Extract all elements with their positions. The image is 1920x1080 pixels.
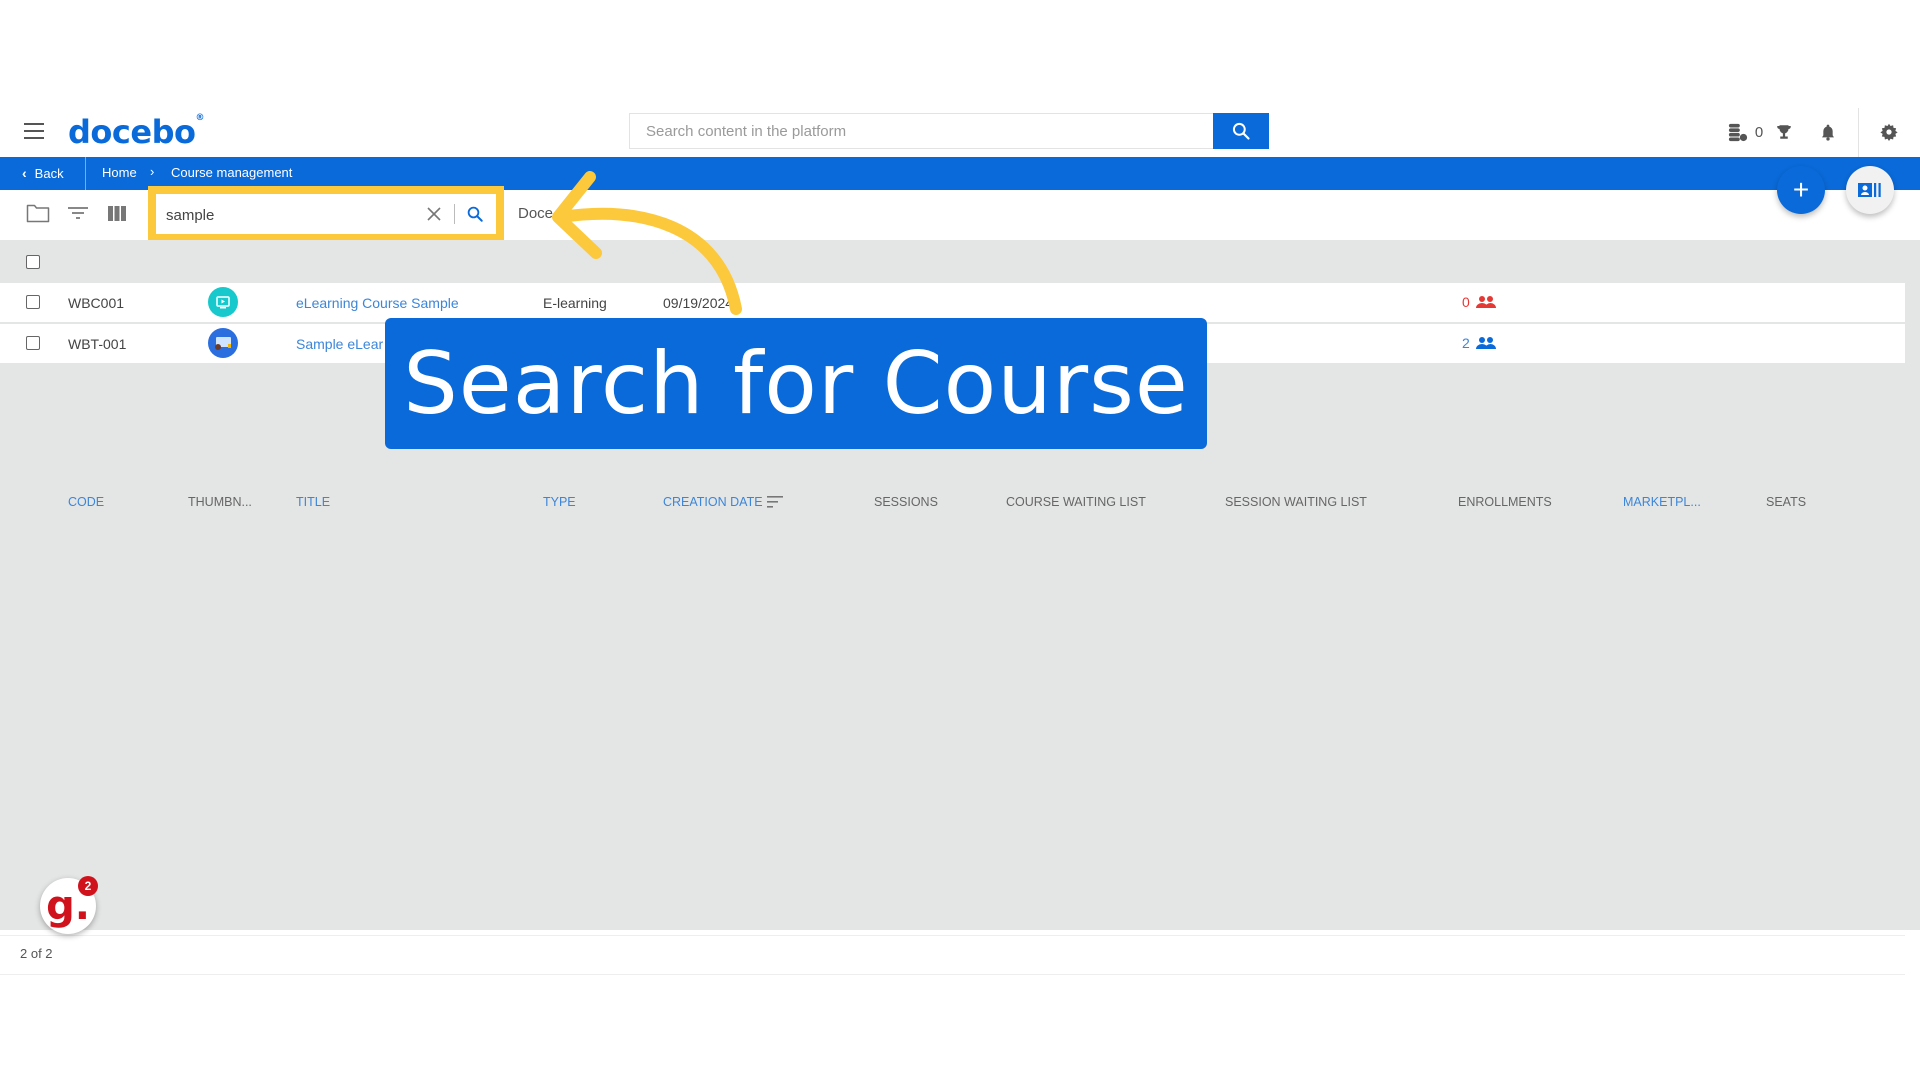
logo-mark: ® bbox=[195, 113, 204, 123]
column-header-title[interactable]: TITLE bbox=[296, 495, 330, 509]
course-search-input[interactable] bbox=[164, 202, 408, 228]
column-header-creation-date[interactable]: CREATION DATE bbox=[663, 495, 763, 509]
breadcrumb-home[interactable]: Home bbox=[102, 165, 137, 180]
trophy-button[interactable] bbox=[1772, 120, 1796, 144]
table-row[interactable]: WBC001 eLearning Course Sample E-learnin… bbox=[0, 283, 1905, 322]
global-search bbox=[629, 113, 1269, 149]
back-button[interactable]: ‹ Back bbox=[22, 165, 64, 181]
filter-icon bbox=[68, 207, 88, 219]
search-icon bbox=[467, 206, 483, 222]
course-code: WBT-001 bbox=[68, 336, 127, 352]
course-image-icon bbox=[215, 337, 231, 350]
docebo-logo[interactable]: docebo® bbox=[68, 113, 204, 151]
folder-icon bbox=[26, 204, 50, 223]
clear-search-button[interactable] bbox=[422, 202, 446, 226]
close-icon bbox=[427, 207, 441, 221]
sort-icon[interactable] bbox=[767, 495, 783, 513]
credits-count: 0 bbox=[1754, 123, 1764, 141]
view-toggle-button[interactable] bbox=[1846, 166, 1894, 214]
column-header-session-waiting-list: SESSION WAITING LIST bbox=[1225, 495, 1367, 509]
add-course-button[interactable]: + bbox=[1777, 166, 1825, 214]
course-title-link[interactable]: eLearning Course Sample bbox=[296, 295, 459, 311]
row-checkbox[interactable] bbox=[26, 336, 40, 350]
enrollments-link[interactable]: 0 bbox=[1462, 294, 1496, 310]
breadcrumb-current: Course management bbox=[171, 165, 293, 180]
course-thumbnail bbox=[208, 328, 238, 358]
columns-icon bbox=[108, 205, 126, 221]
column-header-code[interactable]: CODE bbox=[68, 495, 104, 509]
notifications-button[interactable] bbox=[1816, 120, 1840, 144]
instruction-callout: Search for Course bbox=[385, 318, 1207, 449]
course-title-link[interactable]: Sample eLear bbox=[296, 336, 383, 352]
column-header-course-waiting-list: COURSE WAITING LIST bbox=[1006, 495, 1146, 509]
filter-button[interactable] bbox=[66, 202, 90, 224]
course-code: WBC001 bbox=[68, 295, 125, 311]
row-checkbox[interactable] bbox=[26, 295, 40, 309]
settings-button[interactable] bbox=[1877, 120, 1901, 144]
plus-icon: + bbox=[1792, 174, 1810, 205]
card-view-icon bbox=[1858, 183, 1881, 197]
table-footer bbox=[0, 935, 1905, 975]
pagination-count: 2 of 2 bbox=[20, 946, 53, 961]
users-icon bbox=[1475, 296, 1496, 308]
breadcrumb-separator-line bbox=[85, 157, 86, 190]
back-label: Back bbox=[34, 165, 64, 181]
column-header-marketplace[interactable]: MARKETPL... bbox=[1623, 495, 1701, 509]
column-header-type[interactable]: TYPE bbox=[543, 495, 576, 509]
column-header-sessions: SESSIONS bbox=[874, 495, 938, 509]
trophy-icon bbox=[1777, 125, 1791, 139]
course-thumbnail bbox=[208, 287, 238, 317]
column-header-thumbnail: THUMBN... bbox=[188, 495, 252, 509]
menu-icon[interactable] bbox=[24, 123, 44, 139]
column-header-enrollments: ENROLLMENTS bbox=[1458, 495, 1552, 509]
global-search-input[interactable] bbox=[630, 114, 1232, 148]
enrollments-count: 2 bbox=[1462, 335, 1470, 351]
logo-text: docebo bbox=[68, 113, 196, 151]
search-icon bbox=[1232, 122, 1250, 140]
folder-button[interactable] bbox=[25, 201, 51, 225]
pointer-arrow-icon bbox=[552, 171, 742, 315]
enrollments-count: 0 bbox=[1462, 294, 1470, 310]
gear-icon bbox=[1880, 123, 1898, 141]
chevron-left-icon: ‹ bbox=[22, 165, 27, 181]
chevron-right-icon: › bbox=[150, 164, 155, 179]
select-all-checkbox[interactable] bbox=[26, 255, 40, 269]
credits-button[interactable]: 0 bbox=[1715, 120, 1775, 144]
columns-button[interactable] bbox=[105, 202, 129, 224]
course-search-button[interactable] bbox=[463, 202, 487, 226]
header-divider bbox=[1858, 108, 1859, 158]
callout-text: Search for Course bbox=[403, 333, 1189, 434]
guide-badge: 2 bbox=[78, 876, 98, 896]
search-divider bbox=[454, 204, 455, 224]
bell-icon bbox=[1822, 124, 1834, 141]
users-icon bbox=[1475, 337, 1496, 349]
column-header-seats: SEATS bbox=[1766, 495, 1807, 509]
global-search-button[interactable] bbox=[1213, 113, 1269, 149]
video-course-icon bbox=[216, 295, 230, 308]
enrollments-link[interactable]: 2 bbox=[1462, 335, 1496, 351]
credits-icon bbox=[1728, 123, 1747, 142]
table-header: CODE THUMBN... TITLE TYPE CREATION DATE … bbox=[0, 240, 1905, 509]
